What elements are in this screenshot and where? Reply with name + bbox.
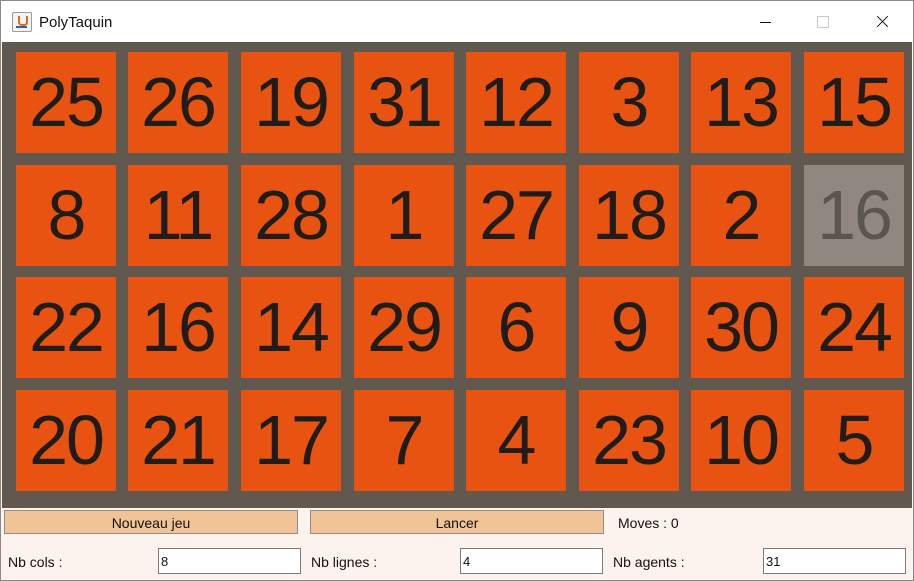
puzzle-tile[interactable]: 18 bbox=[579, 165, 679, 266]
puzzle-tile[interactable]: 1 bbox=[354, 165, 454, 266]
puzzle-tile[interactable]: 15 bbox=[804, 52, 904, 153]
puzzle-tile[interactable]: 11 bbox=[128, 165, 228, 266]
puzzle-tile[interactable]: 25 bbox=[16, 52, 116, 153]
puzzle-tile[interactable]: 22 bbox=[16, 277, 116, 378]
title-bar[interactable]: PolyTaquin bbox=[1, 1, 913, 42]
launch-button[interactable]: Lancer bbox=[310, 510, 604, 534]
empty-tile[interactable]: 16 bbox=[804, 165, 904, 266]
puzzle-tile[interactable]: 28 bbox=[241, 165, 341, 266]
app-window: PolyTaquin 25 26 19 31 12 3 13 15 8 11 28 1 27 18 2 16 2… bbox=[0, 0, 914, 581]
puzzle-tile[interactable]: 12 bbox=[466, 52, 566, 153]
puzzle-tile[interactable]: 24 bbox=[804, 277, 904, 378]
minimize-button[interactable] bbox=[737, 1, 795, 42]
puzzle-tile[interactable]: 10 bbox=[691, 390, 791, 491]
puzzle-tile[interactable]: 21 bbox=[128, 390, 228, 491]
puzzle-tile[interactable]: 4 bbox=[466, 390, 566, 491]
puzzle-tile[interactable]: 3 bbox=[579, 52, 679, 153]
rows-field[interactable] bbox=[460, 548, 603, 574]
moves-counter: Moves : 0 bbox=[618, 515, 679, 531]
puzzle-tile[interactable]: 19 bbox=[241, 52, 341, 153]
puzzle-tile[interactable]: 30 bbox=[691, 277, 791, 378]
puzzle-tile[interactable]: 29 bbox=[354, 277, 454, 378]
puzzle-tile[interactable]: 16 bbox=[128, 277, 228, 378]
puzzle-tile[interactable]: 2 bbox=[691, 165, 791, 266]
puzzle-tile[interactable]: 8 bbox=[16, 165, 116, 266]
puzzle-tile[interactable]: 14 bbox=[241, 277, 341, 378]
cols-field[interactable] bbox=[158, 548, 301, 574]
puzzle-tile[interactable]: 23 bbox=[579, 390, 679, 491]
new-game-button[interactable]: Nouveau jeu bbox=[4, 510, 298, 534]
puzzle-board: 25 26 19 31 12 3 13 15 8 11 28 1 27 18 2 16 22 16 14 29 6 9 30… bbox=[2, 42, 912, 508]
puzzle-tile[interactable]: 13 bbox=[691, 52, 791, 153]
puzzle-tile[interactable]: 26 bbox=[128, 52, 228, 153]
cols-label: Nb cols : bbox=[8, 554, 63, 570]
java-app-icon bbox=[12, 12, 32, 32]
puzzle-tile[interactable]: 6 bbox=[466, 277, 566, 378]
puzzle-tile[interactable]: 20 bbox=[16, 390, 116, 491]
maximize-button[interactable] bbox=[795, 1, 853, 42]
rows-label: Nb lignes : bbox=[311, 554, 378, 570]
puzzle-tile[interactable]: 27 bbox=[466, 165, 566, 266]
agents-field[interactable] bbox=[763, 548, 906, 574]
puzzle-tile[interactable]: 7 bbox=[354, 390, 454, 491]
puzzle-tile[interactable]: 31 bbox=[354, 52, 454, 153]
agents-label: Nb agents : bbox=[613, 554, 685, 570]
puzzle-tile[interactable]: 5 bbox=[804, 390, 904, 491]
window-title: PolyTaquin bbox=[39, 14, 113, 31]
puzzle-tile[interactable]: 9 bbox=[579, 277, 679, 378]
close-button[interactable] bbox=[853, 1, 911, 42]
puzzle-tile[interactable]: 17 bbox=[241, 390, 341, 491]
